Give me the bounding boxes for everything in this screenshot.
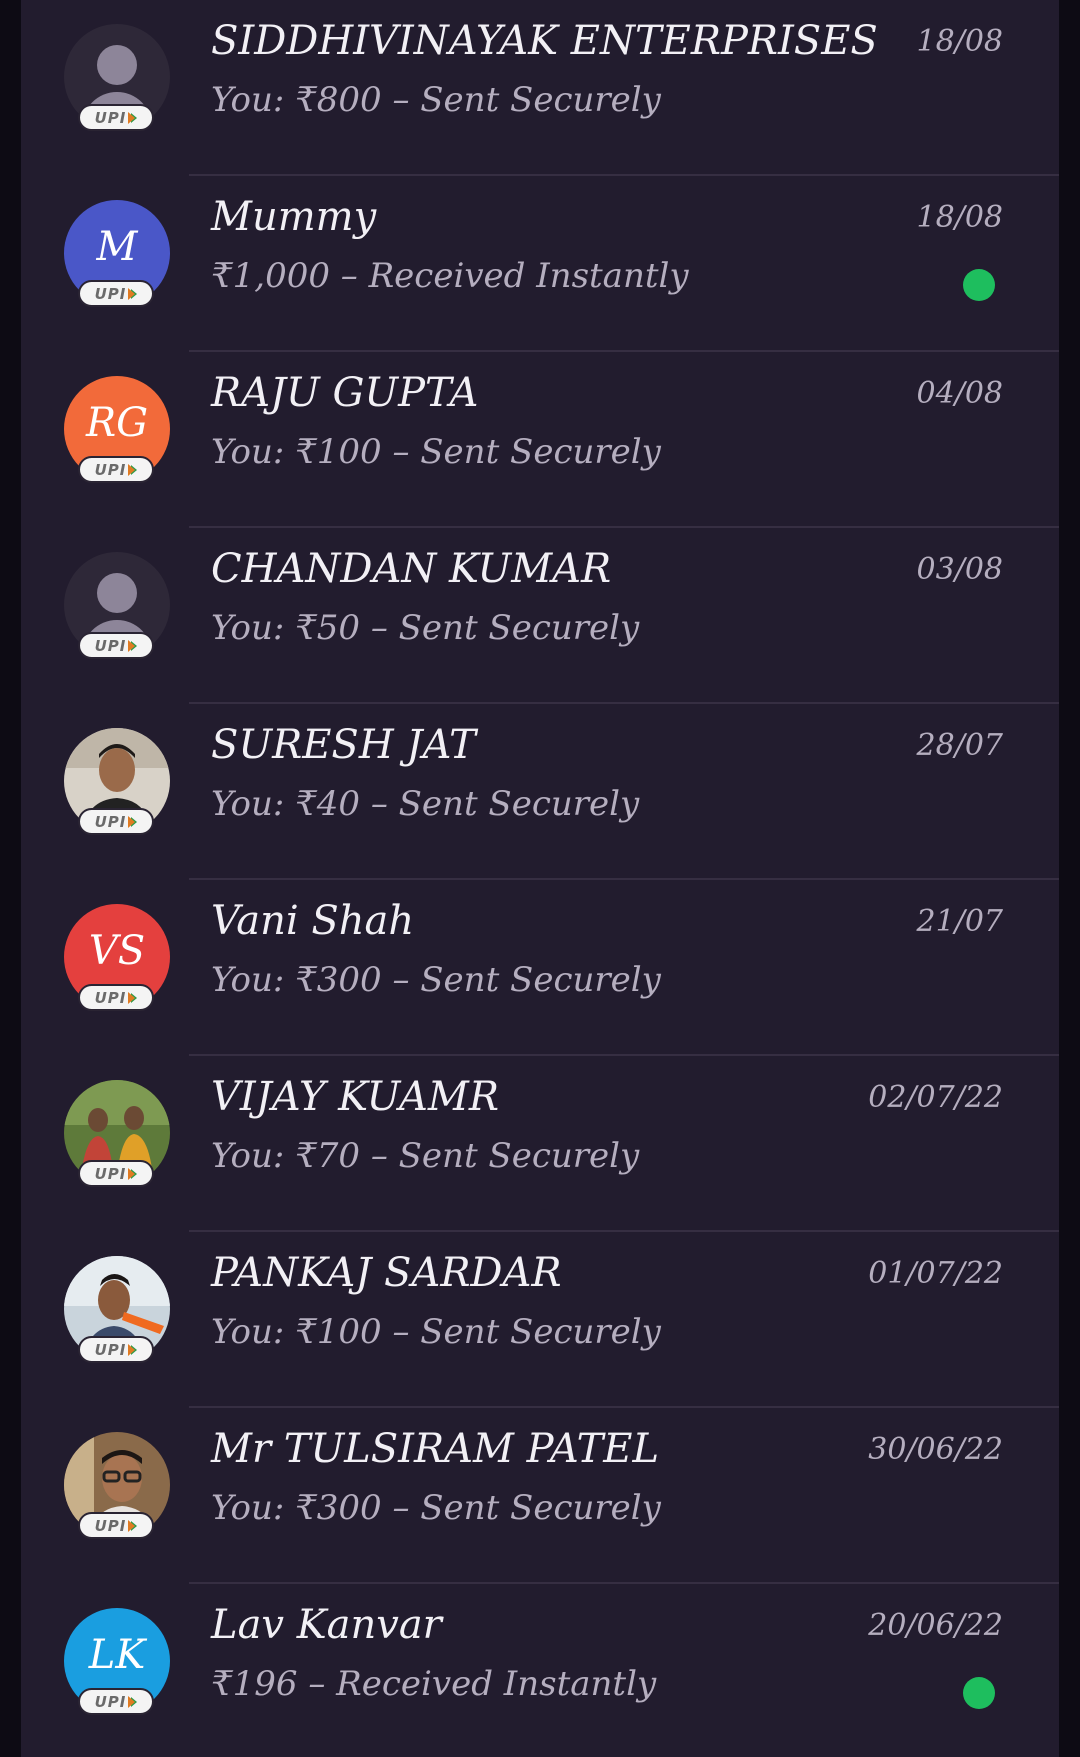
transaction-date: 18/08 — [916, 24, 1003, 59]
contact-name: Mummy — [211, 194, 377, 240]
transaction-summary: You: ₹100 – Sent Securely — [211, 1312, 661, 1352]
transaction-summary: You: ₹70 – Sent Securely — [211, 1136, 640, 1176]
contact-name: PANKAJ SARDAR — [211, 1250, 562, 1296]
transaction-summary: You: ₹100 – Sent Securely — [211, 432, 661, 472]
upi-arrow-icon — [128, 1167, 136, 1180]
transaction-summary: You: ₹800 – Sent Securely — [211, 80, 661, 120]
transaction-row[interactable]: UPI PANKAJ SARDAR You: ₹100 – Sent Secur… — [21, 1232, 1059, 1408]
upi-badge: UPI — [78, 1336, 154, 1363]
transaction-date: 28/07 — [916, 728, 1003, 763]
transaction-summary: ₹196 – Received Instantly — [211, 1664, 657, 1704]
upi-arrow-icon — [128, 639, 136, 652]
upi-arrow-icon — [128, 111, 136, 124]
contact-name: SURESH JAT — [211, 722, 476, 768]
upi-arrow-icon — [128, 287, 136, 300]
transaction-row[interactable]: UPI SURESH JAT You: ₹40 – Sent Securely … — [21, 704, 1059, 880]
upi-arrow-icon — [128, 1695, 136, 1708]
transaction-row[interactable]: VS UPI Vani Shah You: ₹300 – Sent Secure… — [21, 880, 1059, 1056]
contact-name: CHANDAN KUMAR — [211, 546, 612, 592]
upi-badge: UPI — [78, 632, 154, 659]
transaction-row[interactable]: UPI Mr TULSIRAM PATEL You: ₹300 – Sent S… — [21, 1408, 1059, 1584]
avatar-initials: RG — [85, 400, 149, 446]
contact-name: Lav Kanvar — [211, 1602, 442, 1648]
transaction-date: 03/08 — [916, 552, 1003, 587]
upi-badge: UPI — [78, 104, 154, 131]
transaction-date: 02/07/22 — [868, 1080, 1003, 1115]
transaction-date: 01/07/22 — [868, 1256, 1003, 1291]
upi-arrow-icon — [128, 463, 136, 476]
upi-arrow-icon — [128, 991, 136, 1004]
upi-badge: UPI — [78, 808, 154, 835]
transaction-date: 21/07 — [916, 904, 1003, 939]
unread-dot-icon — [963, 269, 995, 301]
transaction-date: 18/08 — [916, 200, 1003, 235]
contact-name: VIJAY KUAMR — [211, 1074, 500, 1120]
person-icon — [97, 45, 137, 85]
contact-name: SIDDHIVINAYAK ENTERPRISES — [211, 18, 878, 64]
upi-badge: UPI — [78, 984, 154, 1011]
contact-name: Vani Shah — [211, 898, 415, 944]
transaction-row[interactable]: UPI CHANDAN KUMAR You: ₹50 – Sent Secure… — [21, 528, 1059, 704]
transaction-row[interactable]: LK UPI Lav Kanvar ₹196 – Received Instan… — [21, 1584, 1059, 1757]
contact-name: Mr TULSIRAM PATEL — [211, 1426, 660, 1472]
contact-name: RAJU GUPTA — [211, 370, 479, 416]
unread-dot-icon — [963, 1677, 995, 1709]
transaction-row[interactable]: UPI SIDDHIVINAYAK ENTERPRISES You: ₹800 … — [21, 0, 1059, 176]
transaction-row[interactable]: M UPI Mummy ₹1,000 – Received Instantly … — [21, 176, 1059, 352]
transaction-summary: You: ₹300 – Sent Securely — [211, 960, 661, 1000]
upi-badge: UPI — [78, 280, 154, 307]
transaction-row[interactable]: RG UPI RAJU GUPTA You: ₹100 – Sent Secur… — [21, 352, 1059, 528]
transaction-summary: You: ₹300 – Sent Securely — [211, 1488, 661, 1528]
upi-arrow-icon — [128, 1343, 136, 1356]
transaction-row[interactable]: UPI VIJAY KUAMR You: ₹70 – Sent Securely… — [21, 1056, 1059, 1232]
avatar-initials: M — [96, 224, 138, 270]
upi-arrow-icon — [128, 1519, 136, 1532]
upi-badge: UPI — [78, 1512, 154, 1539]
avatar-initials: LK — [88, 1632, 146, 1678]
upi-arrow-icon — [128, 815, 136, 828]
upi-badge: UPI — [78, 1688, 154, 1715]
transaction-summary: ₹1,000 – Received Instantly — [211, 256, 689, 296]
transaction-summary: You: ₹50 – Sent Securely — [211, 608, 640, 648]
transaction-date: 30/06/22 — [868, 1432, 1003, 1467]
transaction-date: 20/06/22 — [868, 1608, 1003, 1643]
person-icon — [97, 573, 137, 613]
avatar-initials: VS — [88, 928, 146, 974]
transaction-list: UPI SIDDHIVINAYAK ENTERPRISES You: ₹800 … — [21, 0, 1059, 1757]
screen: UPI SIDDHIVINAYAK ENTERPRISES You: ₹800 … — [0, 0, 1080, 1757]
upi-badge: UPI — [78, 456, 154, 483]
transaction-date: 04/08 — [916, 376, 1003, 411]
upi-badge: UPI — [78, 1160, 154, 1187]
transaction-summary: You: ₹40 – Sent Securely — [211, 784, 640, 824]
